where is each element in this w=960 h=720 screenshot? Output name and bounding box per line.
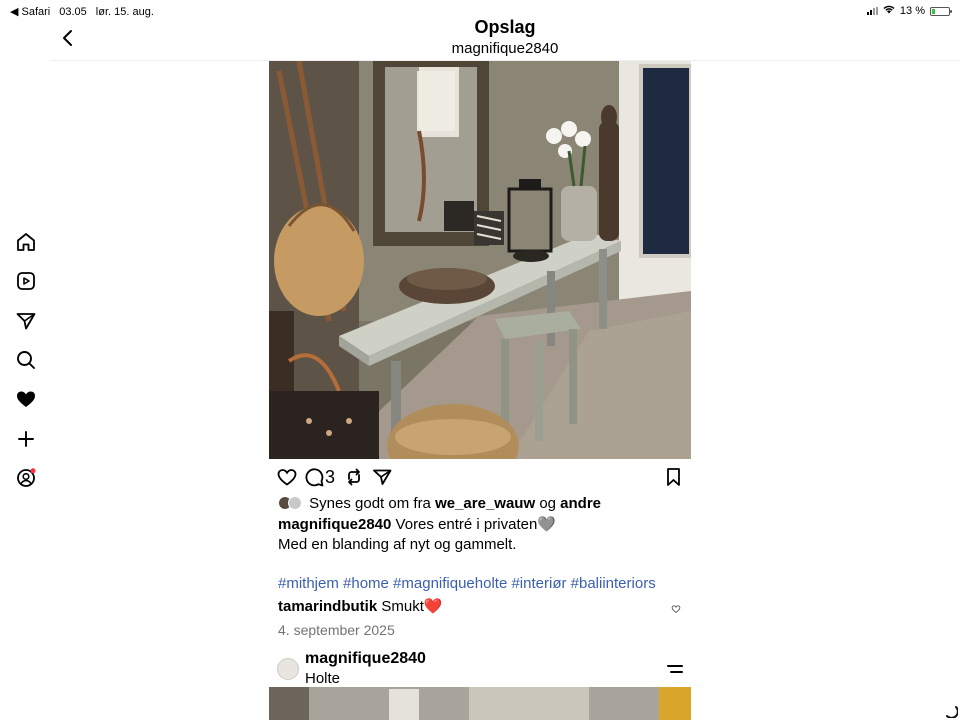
profile-icon xyxy=(17,468,36,487)
next-post-photo[interactable] xyxy=(269,687,691,720)
repost-button[interactable] xyxy=(343,466,365,488)
heart-outline-icon xyxy=(277,469,297,486)
caption-line-2: Med en blanding af nyt og gammelt. xyxy=(278,536,517,553)
likes-prefix: Synes godt om fra xyxy=(309,495,431,512)
next-post-location[interactable]: Holte xyxy=(305,670,340,687)
home-icon xyxy=(17,233,35,251)
next-post-user[interactable]: magnifique2840 xyxy=(305,650,426,668)
avatar[interactable] xyxy=(277,658,299,680)
caption-hashtags[interactable]: #mithjem #home #magnifiqueholte #interiø… xyxy=(278,574,656,594)
search-icon xyxy=(17,351,35,369)
sidebar-item-home[interactable] xyxy=(14,230,38,254)
page-header: Opslag magnifique2840 xyxy=(50,16,960,61)
like-button[interactable] xyxy=(276,466,298,488)
plus-icon xyxy=(18,431,34,447)
likes-line[interactable]: Synes godt om fra we_are_wauw og andre xyxy=(278,494,601,514)
back-to-app-link[interactable]: ◀ Safari xyxy=(10,5,50,18)
post-actions: 3 xyxy=(276,466,686,490)
post-photo[interactable] xyxy=(269,61,691,459)
likes-user[interactable]: we_are_wauw xyxy=(435,495,535,512)
caption-user[interactable]: magnifique2840 xyxy=(278,516,391,533)
comment-text: Smukt❤️ xyxy=(381,598,443,615)
page-username[interactable]: magnifique2840 xyxy=(50,40,960,57)
repost-icon xyxy=(348,468,360,486)
sidebar-item-search[interactable] xyxy=(14,348,38,372)
next-photo-image xyxy=(269,687,691,720)
send-icon xyxy=(373,469,392,485)
comment-row: tamarindbutik Smukt❤️ xyxy=(278,597,443,617)
heart-outline-icon xyxy=(671,605,681,613)
sidebar-item-reels[interactable] xyxy=(14,269,38,293)
share-button[interactable] xyxy=(371,466,393,488)
caption-text: Vores entré i privaten🩶 xyxy=(395,516,556,533)
caption-line-1: magnifique2840 Vores entré i privaten🩶 xyxy=(278,515,556,535)
likes-joiner: og xyxy=(539,495,556,512)
post-options-button[interactable] xyxy=(667,662,683,674)
comment-icon xyxy=(305,468,324,487)
liker-avatars xyxy=(278,496,304,510)
comment-user[interactable]: tamarindbutik xyxy=(278,598,377,615)
sidebar-item-notifications[interactable] xyxy=(14,387,38,411)
battery-icon xyxy=(930,6,952,16)
reels-icon xyxy=(17,272,35,290)
page-title: Opslag xyxy=(474,17,536,37)
bookmark-icon xyxy=(667,468,680,486)
loading-spinner-icon xyxy=(944,704,959,719)
post-date: 4. september 2025 xyxy=(278,622,395,638)
direct-icon xyxy=(16,313,36,330)
menu-lines-icon xyxy=(667,665,683,673)
save-button[interactable] xyxy=(663,466,685,488)
sidebar-item-profile[interactable] xyxy=(14,466,38,490)
entryway-photo-image xyxy=(269,61,691,459)
comment-button[interactable] xyxy=(303,466,325,488)
sidebar-item-direct[interactable] xyxy=(14,309,38,333)
comment-count[interactable]: 3 xyxy=(325,467,335,488)
signal-icon xyxy=(866,7,878,15)
likes-others[interactable]: andre xyxy=(560,495,601,512)
comment-like-button[interactable] xyxy=(671,601,681,613)
heart-filled-icon xyxy=(17,391,35,407)
sidebar-item-create[interactable] xyxy=(14,427,38,451)
